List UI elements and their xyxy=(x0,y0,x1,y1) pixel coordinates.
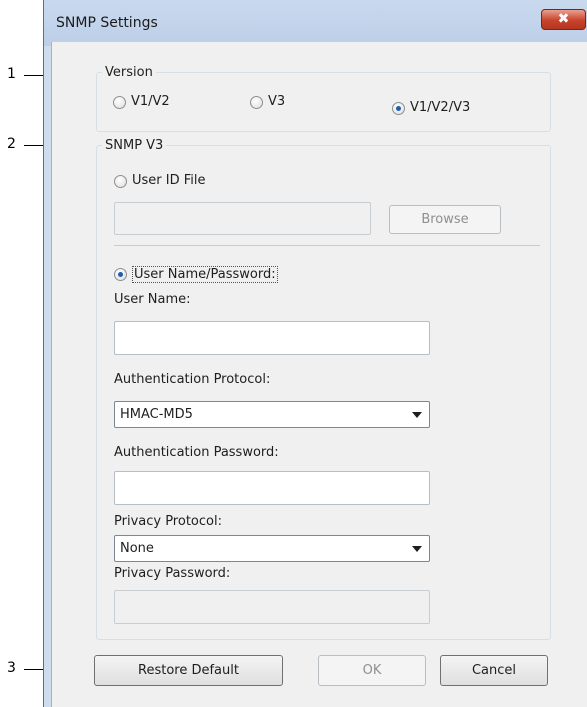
version-v1v2-label[interactable]: V1/V2 xyxy=(131,94,170,109)
cancel-button-label: Cancel xyxy=(471,663,517,678)
privacy-protocol-select[interactable]: None xyxy=(114,535,430,562)
user-name-label: User Name: xyxy=(114,292,191,307)
privacy-protocol-value: None xyxy=(120,541,154,556)
window-title: SNMP Settings xyxy=(56,15,158,31)
version-v3-radio[interactable] xyxy=(250,96,263,109)
privacy-protocol-label: Privacy Protocol: xyxy=(114,514,222,529)
callout-3: 3 xyxy=(7,660,16,676)
browse-button-label: Browse xyxy=(421,212,469,227)
user-name-password-label[interactable]: User Name/Password: xyxy=(132,266,278,283)
user-name-input[interactable] xyxy=(114,321,430,355)
close-button[interactable]: ✖ xyxy=(541,9,586,30)
auth-password-label: Authentication Password: xyxy=(114,445,279,460)
restore-default-button[interactable]: Restore Default xyxy=(94,655,283,686)
browse-button[interactable]: Browse xyxy=(389,205,501,234)
snmpv3-separator xyxy=(114,245,540,246)
cancel-button[interactable]: Cancel xyxy=(440,655,548,686)
ok-button[interactable]: OK xyxy=(318,655,426,686)
snmpv3-group-label: SNMP V3 xyxy=(102,138,167,153)
auth-protocol-select[interactable]: HMAC-MD5 xyxy=(114,401,430,428)
chevron-down-icon xyxy=(412,546,422,552)
auth-protocol-value: HMAC-MD5 xyxy=(120,407,193,422)
version-v1v2v3-label[interactable]: V1/V2/V3 xyxy=(410,100,470,115)
chevron-down-icon xyxy=(412,412,422,418)
privacy-password-label: Privacy Password: xyxy=(114,566,231,581)
auth-password-input[interactable] xyxy=(114,471,430,505)
user-id-file-label[interactable]: User ID File xyxy=(132,173,206,188)
restore-default-label: Restore Default xyxy=(138,663,239,678)
ok-button-label: OK xyxy=(362,663,382,678)
user-id-file-radio[interactable] xyxy=(114,175,127,188)
version-v1v2v3-radio[interactable] xyxy=(392,102,405,115)
user-name-password-radio[interactable] xyxy=(114,268,127,281)
version-v1v2-radio[interactable] xyxy=(113,96,126,109)
snmp-settings-dialog: SNMP Settings ✖ Version V1/V2 V3 V1/V2/V… xyxy=(43,0,587,707)
version-group-label: Version xyxy=(102,65,156,80)
close-icon: ✖ xyxy=(557,11,570,27)
callout-1: 1 xyxy=(7,66,16,82)
version-v3-label[interactable]: V3 xyxy=(268,94,285,109)
privacy-password-input[interactable] xyxy=(114,590,430,624)
title-bar[interactable]: SNMP Settings ✖ xyxy=(44,0,587,46)
auth-protocol-label: Authentication Protocol: xyxy=(114,372,271,387)
user-id-file-field[interactable] xyxy=(114,202,371,235)
dialog-client-area: Version V1/V2 V3 V1/V2/V3 SNMP V3 User I… xyxy=(51,42,587,707)
callout-2: 2 xyxy=(7,136,16,152)
